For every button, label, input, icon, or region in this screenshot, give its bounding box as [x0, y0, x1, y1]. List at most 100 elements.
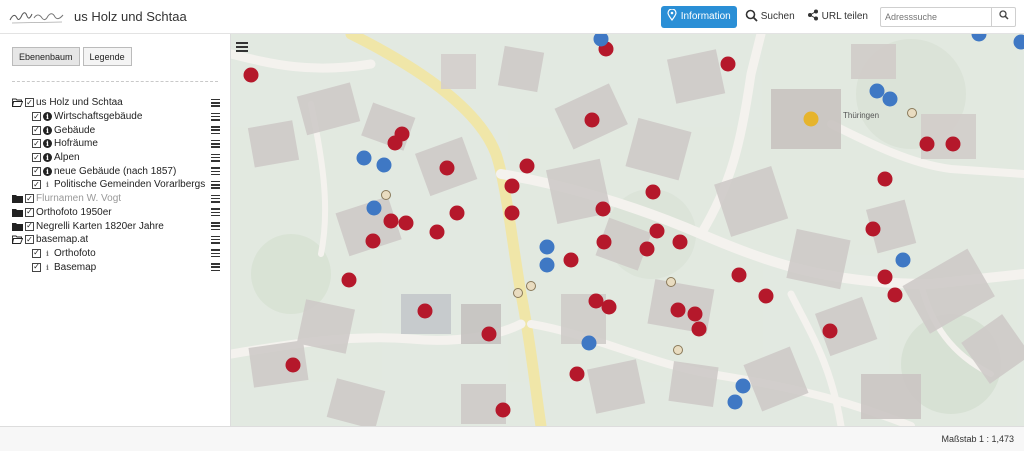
layer-menu-icon[interactable]: [211, 194, 220, 203]
map-marker-red[interactable]: [720, 56, 736, 72]
layer-menu-icon[interactable]: [211, 112, 220, 121]
address-search-button[interactable]: [992, 6, 1016, 27]
map-marker-red[interactable]: [285, 357, 301, 373]
folder-open-icon[interactable]: [11, 98, 24, 108]
information-button[interactable]: Information: [660, 5, 737, 28]
map-marker-red[interactable]: [243, 67, 259, 83]
layer-checkbox[interactable]: ✓: [32, 112, 41, 122]
map-marker-beige[interactable]: [381, 190, 391, 200]
share-url-link[interactable]: URL teilen: [807, 9, 868, 24]
search-link[interactable]: Suchen: [745, 9, 795, 25]
layer-checkbox[interactable]: ✓: [32, 139, 41, 149]
address-search-input[interactable]: [880, 6, 992, 27]
map-marker-blue[interactable]: [895, 252, 911, 268]
tab-layer-tree[interactable]: Ebenenbaum: [12, 47, 80, 66]
layer-row[interactable]: ✓ i Hofräume: [12, 137, 220, 151]
map-marker-blue[interactable]: [539, 257, 555, 273]
folder-icon[interactable]: [12, 222, 23, 231]
info-icon[interactable]: i: [43, 112, 52, 122]
info-icon[interactable]: i: [43, 180, 52, 189]
map-marker-red[interactable]: [341, 272, 357, 288]
map-marker-red[interactable]: [687, 306, 703, 322]
info-icon[interactable]: i: [43, 249, 52, 258]
map-marker-red[interactable]: [504, 178, 520, 194]
folder-open-icon[interactable]: [11, 235, 24, 245]
layer-row[interactable]: ✓ Negrelli Karten 1820er Jahre: [12, 219, 220, 233]
layer-row[interactable]: ✓ i Gebäude: [12, 123, 220, 137]
layer-checkbox[interactable]: ✓: [32, 125, 41, 135]
layer-row[interactable]: ✓ i Orthofoto: [12, 247, 220, 261]
layer-row[interactable]: ✓ i Alpen: [12, 151, 220, 165]
map-marker-beige[interactable]: [673, 345, 683, 355]
map-marker-red[interactable]: [691, 321, 707, 337]
map-marker-red[interactable]: [398, 215, 414, 231]
layer-row[interactable]: ✓ basemap.at: [11, 233, 220, 247]
layer-menu-icon[interactable]: [211, 153, 220, 162]
map-marker-blue[interactable]: [727, 394, 743, 410]
layer-checkbox[interactable]: ✓: [25, 207, 34, 217]
layer-menu-icon[interactable]: [211, 263, 220, 272]
map-marker-red[interactable]: [595, 201, 611, 217]
map-marker-red[interactable]: [449, 205, 465, 221]
map-marker-red[interactable]: [919, 136, 935, 152]
map-marker-red[interactable]: [365, 233, 381, 249]
map-marker-red[interactable]: [584, 112, 600, 128]
layer-row[interactable]: ✓ i Politische Gemeinden Vorarlbergs: [12, 178, 220, 192]
layer-checkbox[interactable]: ✓: [32, 153, 41, 163]
layer-checkbox[interactable]: ✓: [32, 262, 41, 272]
map-marker-blue[interactable]: [366, 200, 382, 216]
layer-menu-icon[interactable]: [211, 126, 220, 135]
map-marker-red[interactable]: [639, 241, 655, 257]
map-marker-red[interactable]: [945, 136, 961, 152]
layer-menu-icon[interactable]: [211, 208, 220, 217]
map-marker-blue[interactable]: [882, 91, 898, 107]
layer-row[interactable]: ✓ i Basemap: [12, 260, 220, 274]
layer-row[interactable]: ✓ Flurnamen W. Vogt: [12, 192, 220, 206]
map-menu-toggle[interactable]: [236, 42, 248, 52]
info-icon[interactable]: i: [43, 166, 52, 176]
layer-menu-icon[interactable]: [211, 139, 220, 148]
map-marker-blue[interactable]: [581, 335, 597, 351]
map-marker-blue[interactable]: [735, 378, 751, 394]
layer-menu-icon[interactable]: [211, 235, 220, 244]
map-marker-red[interactable]: [877, 171, 893, 187]
map-marker-red[interactable]: [519, 158, 535, 174]
map-marker-red[interactable]: [596, 234, 612, 250]
info-icon[interactable]: i: [43, 139, 52, 149]
layer-checkbox[interactable]: ✓: [25, 194, 34, 204]
map-marker-beige[interactable]: [907, 108, 917, 118]
map-marker-red[interactable]: [417, 303, 433, 319]
map-marker-blue[interactable]: [539, 239, 555, 255]
map-marker-beige[interactable]: [666, 277, 676, 287]
layer-checkbox[interactable]: ✓: [25, 235, 34, 245]
layer-checkbox[interactable]: ✓: [32, 248, 41, 258]
layer-checkbox[interactable]: ✓: [25, 98, 34, 108]
map-marker-red[interactable]: [865, 221, 881, 237]
folder-icon[interactable]: [12, 208, 23, 217]
map-marker-red[interactable]: [672, 234, 688, 250]
map-marker-red[interactable]: [649, 223, 665, 239]
map-marker-red[interactable]: [601, 299, 617, 315]
map-marker-red[interactable]: [731, 267, 747, 283]
map-marker-blue[interactable]: [356, 150, 372, 166]
layer-checkbox[interactable]: ✓: [32, 166, 41, 176]
tab-legend[interactable]: Legende: [82, 47, 132, 66]
map-marker-red[interactable]: [563, 252, 579, 268]
map-marker-blue[interactable]: [376, 157, 392, 173]
folder-icon[interactable]: [12, 194, 23, 204]
map-marker-blue[interactable]: [869, 83, 885, 99]
map-marker-yellow[interactable]: [803, 111, 819, 127]
map-marker-red[interactable]: [439, 160, 455, 176]
layer-row[interactable]: ✓ Orthofoto 1950er: [12, 206, 220, 220]
layer-menu-icon[interactable]: [211, 249, 220, 258]
layer-row[interactable]: ✓ us Holz und Schtaa: [11, 96, 220, 110]
map-marker-red[interactable]: [887, 287, 903, 303]
map-marker-red[interactable]: [429, 224, 445, 240]
layer-menu-icon[interactable]: [211, 98, 220, 107]
info-icon[interactable]: i: [43, 263, 52, 272]
layer-row[interactable]: ✓ i Wirtschaftsgebäude: [12, 110, 220, 124]
layer-menu-icon[interactable]: [211, 222, 220, 231]
layer-checkbox[interactable]: ✓: [25, 221, 34, 231]
map-marker-red[interactable]: [383, 213, 399, 229]
layer-checkbox[interactable]: ✓: [32, 180, 41, 190]
